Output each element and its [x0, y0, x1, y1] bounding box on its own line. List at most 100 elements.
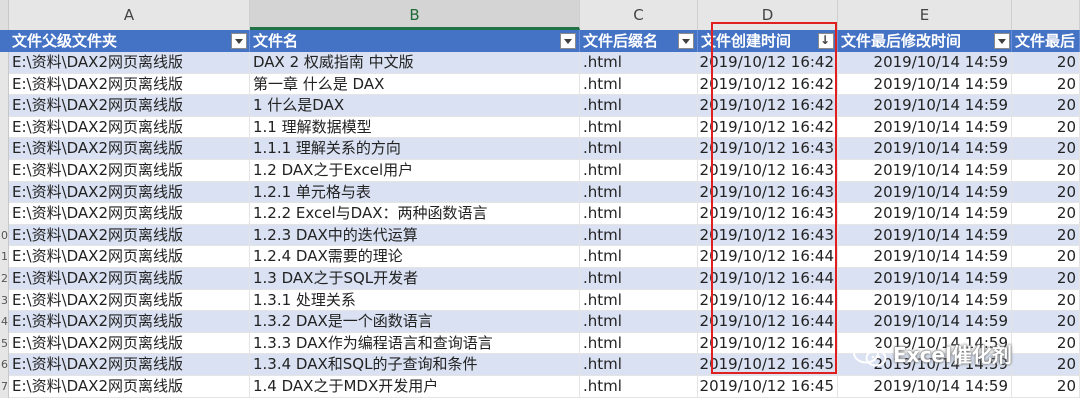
cell-folder[interactable]: E:\资料\DAX2网页离线版 [9, 138, 250, 160]
cell-created[interactable]: 2019/10/12 16:42 [698, 116, 838, 139]
cell-extra[interactable]: 20 [1012, 159, 1080, 182]
cell-created[interactable]: 2019/10/12 16:43 [698, 224, 838, 247]
cell-extra[interactable]: 20 [1012, 375, 1080, 398]
cell-extension[interactable]: .html [580, 203, 698, 225]
column-header-f[interactable] [1012, 0, 1080, 30]
header-cell-folder[interactable]: 文件父级文件夹 [9, 30, 250, 52]
cell-extra[interactable]: 20 [1012, 354, 1080, 376]
header-cell-filename[interactable]: 文件名 [250, 30, 580, 52]
cell-created[interactable]: 2019/10/12 16:44 [698, 267, 838, 290]
cell-extra[interactable]: 20 [1012, 224, 1080, 247]
cell-folder[interactable]: E:\资料\DAX2网页离线版 [9, 289, 250, 312]
row-number[interactable] [0, 52, 9, 74]
cell-modified[interactable]: 2019/10/14 14:59 [838, 138, 1012, 160]
row-number[interactable] [0, 203, 9, 225]
cell-filename[interactable]: 1.2.3 DAX中的迭代运算 [250, 224, 580, 247]
row-number[interactable]: 7 [0, 375, 9, 398]
row-number[interactable] [0, 116, 9, 139]
column-header-b[interactable]: B [250, 0, 580, 30]
filter-dropdown-icon[interactable] [994, 33, 1010, 49]
row-number[interactable] [0, 159, 9, 182]
cell-filename[interactable]: 1.2 DAX之于Excel用户 [250, 159, 580, 182]
cell-extension[interactable]: .html [580, 332, 698, 355]
cell-folder[interactable]: E:\资料\DAX2网页离线版 [9, 73, 250, 96]
cell-extra[interactable]: 20 [1012, 73, 1080, 96]
header-cell-modified[interactable]: 文件最后修改时间 [838, 30, 1012, 52]
cell-filename[interactable]: 1.1.1 理解关系的方向 [250, 138, 580, 160]
cell-extra[interactable]: 20 [1012, 52, 1080, 74]
cell-created[interactable]: 2019/10/12 16:42 [698, 73, 838, 96]
column-header-a[interactable]: A [9, 0, 250, 30]
cell-filename[interactable]: 1.3.1 处理关系 [250, 289, 580, 312]
row-number[interactable]: 0 [0, 224, 9, 247]
cell-extra[interactable]: 20 [1012, 138, 1080, 160]
cell-extension[interactable]: .html [580, 224, 698, 247]
cell-modified[interactable]: 2019/10/14 14:59 [838, 289, 1012, 312]
cell-extra[interactable]: 20 [1012, 246, 1080, 268]
cell-modified[interactable]: 2019/10/14 14:59 [838, 246, 1012, 268]
cell-extra[interactable]: 20 [1012, 332, 1080, 355]
cell-extension[interactable]: .html [580, 267, 698, 290]
cell-filename[interactable]: 1.2.4 DAX需要的理论 [250, 246, 580, 268]
cell-extension[interactable]: .html [580, 138, 698, 160]
cell-filename[interactable]: DAX 2 权威指南 中文版 [250, 52, 580, 74]
cell-modified[interactable]: 2019/10/14 14:59 [838, 203, 1012, 225]
select-all-corner[interactable] [0, 0, 9, 30]
cell-extension[interactable]: .html [580, 73, 698, 96]
cell-filename[interactable]: 1.1 理解数据模型 [250, 116, 580, 139]
cell-extra[interactable]: 20 [1012, 203, 1080, 225]
cell-filename[interactable]: 1.2.2 Excel与DAX：两种函数语言 [250, 203, 580, 225]
cell-created[interactable]: 2019/10/12 16:45 [698, 375, 838, 398]
cell-folder[interactable]: E:\资料\DAX2网页离线版 [9, 159, 250, 182]
cell-extra[interactable]: 20 [1012, 116, 1080, 139]
cell-extra[interactable]: 20 [1012, 289, 1080, 312]
row-number[interactable] [0, 138, 9, 160]
cell-filename[interactable]: 1.3 DAX之于SQL开发者 [250, 267, 580, 290]
column-header-d[interactable]: D [698, 0, 838, 30]
row-number[interactable]: 3 [0, 289, 9, 312]
cell-modified[interactable]: 2019/10/14 14:59 [838, 267, 1012, 290]
cell-modified[interactable]: 2019/10/14 14:59 [838, 116, 1012, 139]
filter-dropdown-icon[interactable] [231, 33, 247, 49]
cell-folder[interactable]: E:\资料\DAX2网页离线版 [9, 95, 250, 117]
cell-extension[interactable]: .html [580, 289, 698, 312]
cell-folder[interactable]: E:\资料\DAX2网页离线版 [9, 181, 250, 204]
cell-created[interactable]: 2019/10/12 16:44 [698, 246, 838, 268]
cell-extension[interactable]: .html [580, 375, 698, 398]
cell-folder[interactable]: E:\资料\DAX2网页离线版 [9, 311, 250, 333]
cell-extension[interactable]: .html [580, 354, 698, 376]
cell-folder[interactable]: E:\资料\DAX2网页离线版 [9, 52, 250, 74]
cell-created[interactable]: 2019/10/12 16:43 [698, 159, 838, 182]
cell-filename[interactable]: 1.3.4 DAX和SQL的子查询和条件 [250, 354, 580, 376]
cell-extra[interactable]: 20 [1012, 311, 1080, 333]
cell-extension[interactable]: .html [580, 311, 698, 333]
cell-extra[interactable]: 20 [1012, 267, 1080, 290]
cell-modified[interactable]: 2019/10/14 14:59 [838, 311, 1012, 333]
filter-dropdown-icon[interactable] [560, 33, 576, 49]
cell-folder[interactable]: E:\资料\DAX2网页离线版 [9, 354, 250, 376]
cell-extra[interactable]: 20 [1012, 95, 1080, 117]
cell-created[interactable]: 2019/10/12 16:42 [698, 95, 838, 117]
header-cell-created[interactable]: 文件创建时间 [698, 30, 838, 52]
row-number[interactable]: 1 [0, 246, 9, 268]
cell-filename[interactable]: 1.2.1 单元格与表 [250, 181, 580, 204]
cell-modified[interactable]: 2019/10/14 14:59 [838, 95, 1012, 117]
cell-filename[interactable]: 第一章 什么是 DAX [250, 73, 580, 96]
column-header-e[interactable]: E [838, 0, 1012, 30]
cell-created[interactable]: 2019/10/12 16:45 [698, 354, 838, 376]
cell-modified[interactable]: 2019/10/14 14:59 [838, 159, 1012, 182]
row-number[interactable]: 6 [0, 354, 9, 376]
cell-filename[interactable]: 1 什么是DAX [250, 95, 580, 117]
cell-modified[interactable]: 2019/10/14 14:59 [838, 375, 1012, 398]
cell-folder[interactable]: E:\资料\DAX2网页离线版 [9, 267, 250, 290]
row-number[interactable]: 4 [0, 311, 9, 333]
cell-folder[interactable]: E:\资料\DAX2网页离线版 [9, 203, 250, 225]
row-number[interactable] [0, 95, 9, 117]
cell-folder[interactable]: E:\资料\DAX2网页离线版 [9, 375, 250, 398]
cell-filename[interactable]: 1.3.3 DAX作为编程语言和查询语言 [250, 332, 580, 355]
cell-created[interactable]: 2019/10/12 16:43 [698, 203, 838, 225]
sort-filter-icon[interactable]: ↓ [818, 33, 834, 49]
cell-extension[interactable]: .html [580, 52, 698, 74]
header-cell-last[interactable]: 文件最后 [1012, 30, 1080, 52]
cell-extension[interactable]: .html [580, 181, 698, 204]
